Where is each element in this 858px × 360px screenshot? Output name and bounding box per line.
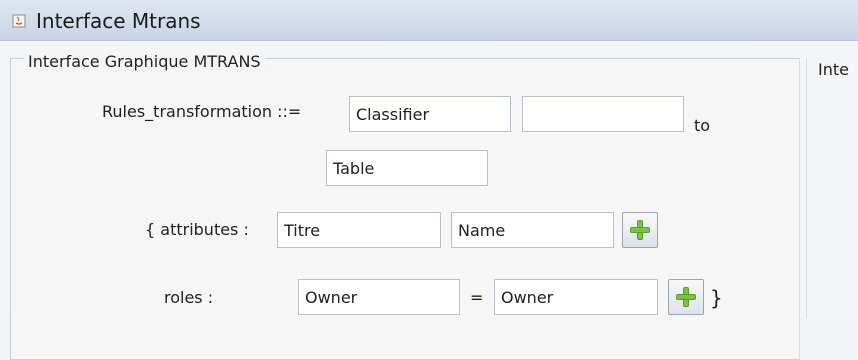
attribute-source-field[interactable] (277, 212, 441, 248)
mtrans-window: Interface Mtrans Interface Graphique MTR… (0, 0, 858, 360)
role-target-field[interactable] (494, 279, 658, 315)
java-app-icon (12, 14, 26, 28)
plus-icon (676, 287, 696, 307)
role-source-field[interactable] (298, 279, 460, 315)
attributes-label: { attributes : (145, 220, 249, 239)
window-title: Interface Mtrans (36, 9, 201, 33)
add-role-button[interactable] (668, 279, 704, 315)
right-panel-title: Inte (818, 60, 849, 79)
panel-title: Interface Graphique MTRANS (24, 52, 265, 71)
rules-transformation-label: Rules_transformation ::= (102, 102, 302, 121)
attribute-target-field[interactable] (451, 212, 614, 248)
source-classifier-field[interactable] (349, 96, 511, 132)
panel-divider (806, 58, 807, 318)
add-attribute-button[interactable] (622, 212, 658, 248)
equals-label: = (470, 288, 484, 307)
roles-label: roles : (164, 288, 214, 307)
closing-brace: } (710, 286, 723, 310)
to-label: to (694, 116, 711, 135)
title-bar: Interface Mtrans (0, 0, 858, 41)
plus-icon (630, 220, 650, 240)
source-secondary-field[interactable] (522, 96, 684, 132)
target-table-field[interactable] (326, 150, 488, 186)
